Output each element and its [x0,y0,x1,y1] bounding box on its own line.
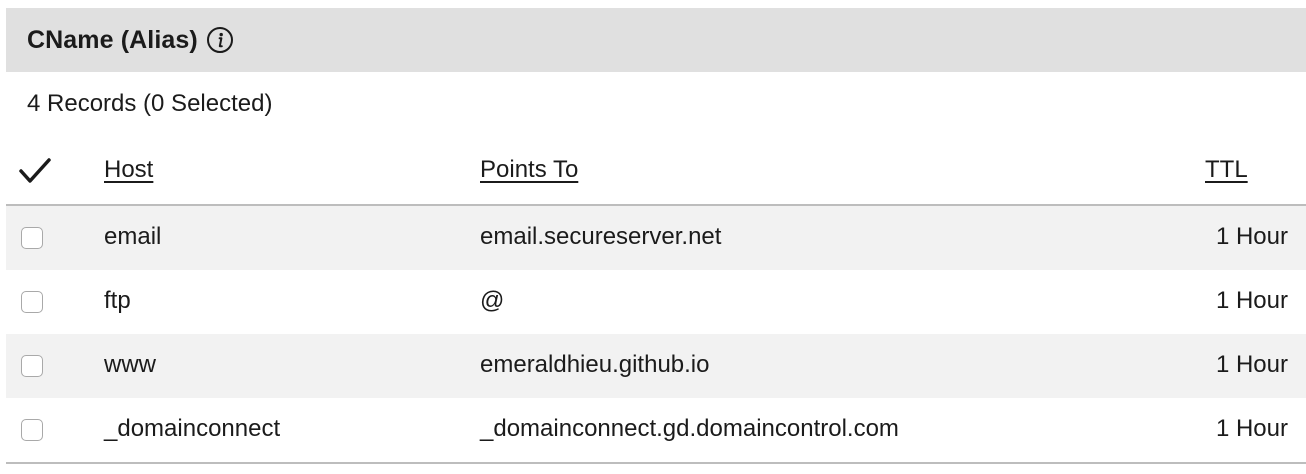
row-checkbox[interactable] [21,355,43,377]
table-row: ftp @ 1 Hour [6,270,1306,334]
points-to-cell: _domainconnect.gd.domaincontrol.com [480,415,899,442]
row-checkbox[interactable] [21,419,43,441]
table-header: Host Points To TTL [6,140,1306,206]
records-table: Host Points To TTL email email.secureser… [6,140,1306,464]
host-cell: _domainconnect [104,415,281,442]
table-row: _domainconnect _domainconnect.gd.domainc… [6,398,1306,464]
section-title: CName (Alias) [27,25,198,54]
row-checkbox[interactable] [21,291,43,313]
host-cell: ftp [104,287,131,314]
table-row: email email.secureserver.net 1 Hour [6,206,1306,270]
column-header-ttl[interactable]: TTL [1205,156,1248,184]
column-header-host[interactable]: Host [104,156,153,184]
ttl-cell: 1 Hour [1215,351,1288,378]
records-count: 4 Records (0 Selected) [27,90,273,117]
points-to-cell: emeraldhieu.github.io [480,351,710,378]
table-row: www emeraldhieu.github.io 1 Hour [6,334,1306,398]
info-icon[interactable] [206,26,234,54]
ttl-cell: 1 Hour [1215,415,1288,442]
checkmark-icon[interactable] [18,156,52,186]
ttl-cell: 1 Hour [1215,287,1288,314]
points-to-cell: email.secureserver.net [480,223,722,250]
section-header: CName (Alias) [6,8,1306,72]
host-cell: email [104,223,162,250]
ttl-cell: 1 Hour [1215,223,1288,250]
host-cell: www [104,351,156,378]
row-checkbox[interactable] [21,227,43,249]
points-to-cell: @ [480,287,505,314]
cname-records-panel: CName (Alias) 4 Records (0 Selected) Hos… [0,0,1306,474]
column-header-points-to[interactable]: Points To [480,156,578,184]
